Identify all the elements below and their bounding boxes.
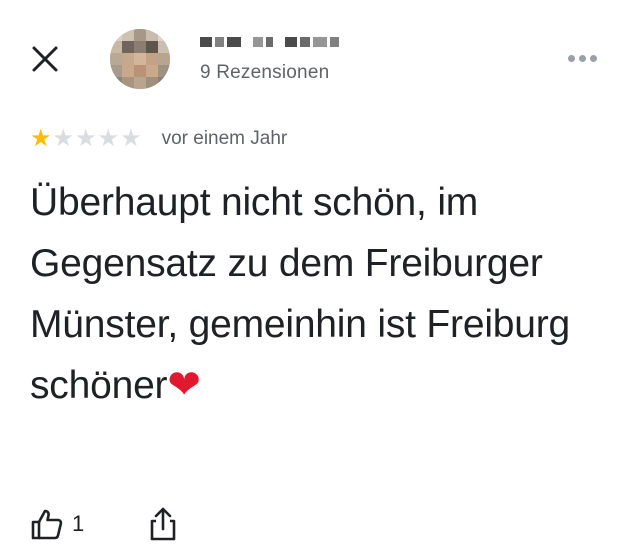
star-icon-empty: ★ — [120, 125, 142, 152]
review-count: 9 Rezensionen — [200, 62, 330, 83]
star-icon-empty: ★ — [52, 125, 75, 152]
avatar[interactable] — [110, 29, 170, 89]
close-icon — [32, 46, 58, 72]
review-body: Überhaupt nicht schön, im Gegensatz zu d… — [30, 172, 600, 416]
like-button[interactable]: 1 — [30, 507, 84, 541]
review-text: Überhaupt nicht schön, im Gegensatz zu d… — [30, 181, 571, 407]
thumbs-up-icon — [31, 509, 63, 540]
share-button[interactable] — [148, 506, 178, 542]
share-icon — [150, 507, 176, 541]
more-horizontal-icon — [567, 54, 597, 62]
close-button[interactable] — [26, 40, 64, 78]
star-icon-filled: ★ — [30, 125, 52, 152]
reviewer-name-redacted — [200, 32, 339, 52]
heart-emoji: ❤ — [167, 363, 201, 407]
reviewer-info[interactable]: 9 Rezensionen — [200, 32, 339, 84]
review-date: vor einem Jahr — [161, 128, 288, 149]
star-icon-empty: ★ — [75, 125, 97, 152]
star-rating: ★ ★ ★ ★ ★ — [30, 126, 142, 152]
rating-row: ★ ★ ★ ★ ★ vor einem Jahr — [30, 126, 287, 152]
like-count: 1 — [72, 511, 85, 536]
review-actions: 1 — [30, 506, 178, 542]
star-icon-empty: ★ — [97, 125, 120, 152]
more-options-button[interactable] — [562, 46, 602, 70]
